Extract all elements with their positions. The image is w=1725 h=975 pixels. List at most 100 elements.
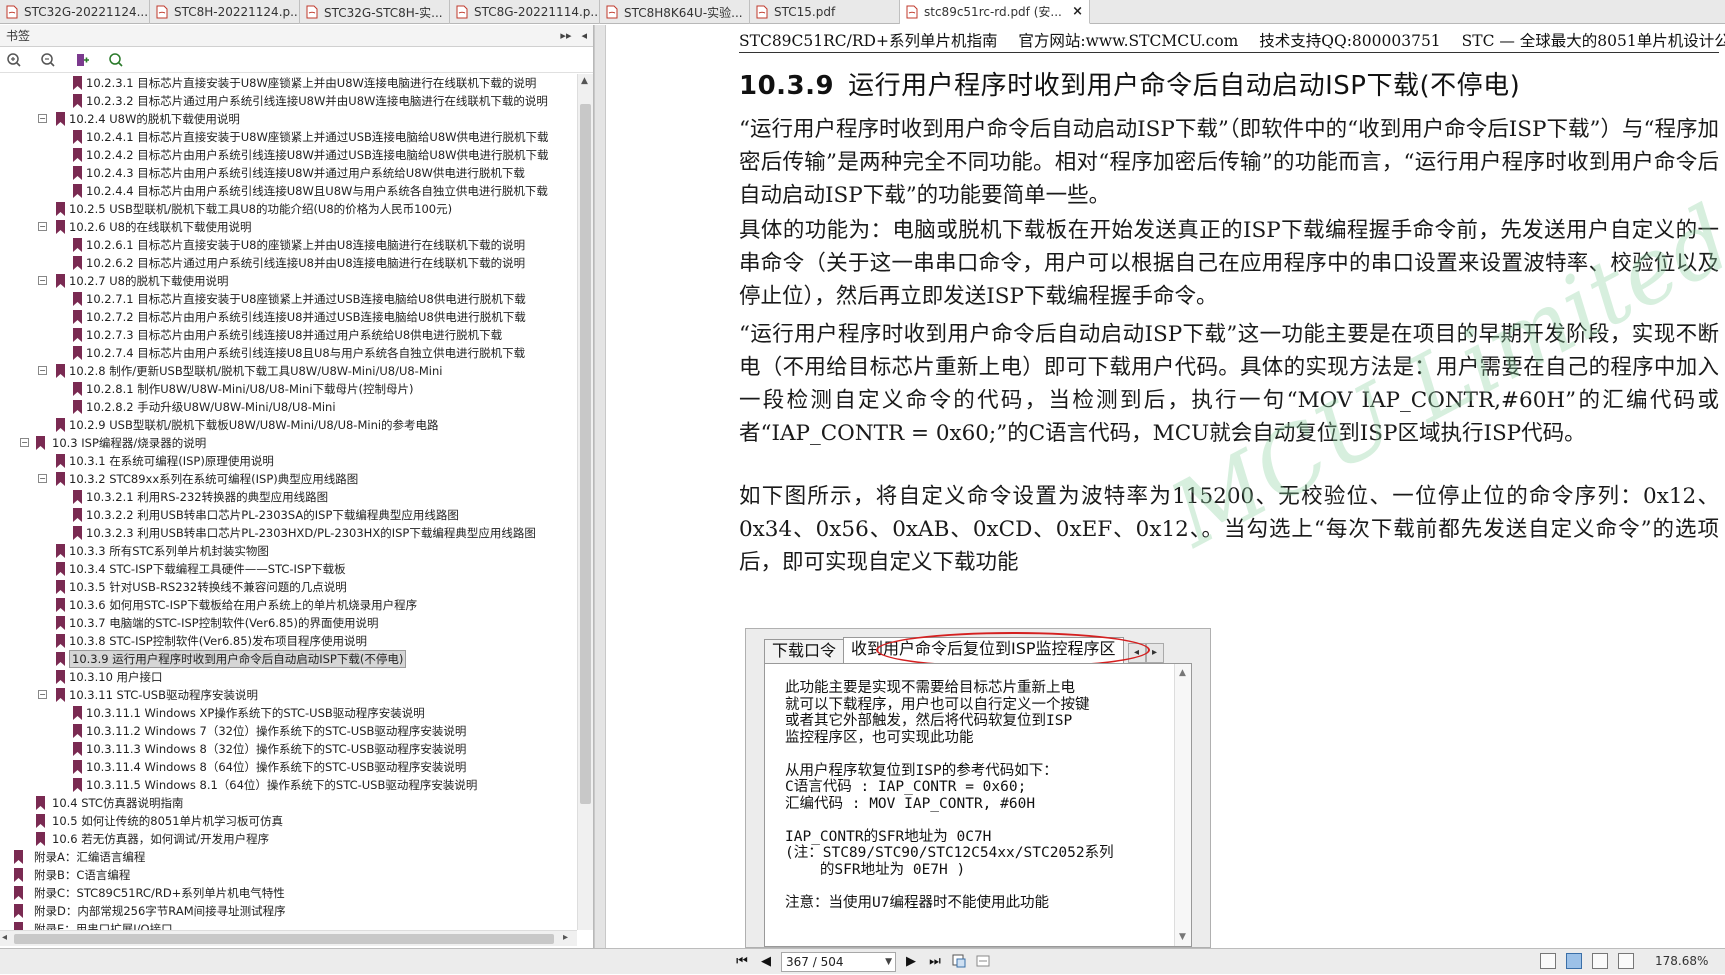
- collapse-toggle-icon[interactable]: −: [38, 690, 47, 699]
- tab-3[interactable]: STC8G-20221114.p...: [450, 0, 600, 24]
- bookmark-item[interactable]: 10.3.4 STC-ISP下载编程工具硬件——STC-ISP下载板: [0, 560, 577, 578]
- first-page-button[interactable]: ⏮: [733, 953, 751, 971]
- bookmark-item[interactable]: 附录E：用串口扩展I/O接口: [0, 920, 577, 930]
- bookmarks-toolbar: [0, 47, 593, 73]
- bookmark-item[interactable]: 10.3.9 运行用户程序时收到用户命令后自动启动ISP下载(不停电): [0, 650, 577, 668]
- find-bookmark-icon[interactable]: [108, 52, 124, 68]
- bookmark-horizontal-scrollbar[interactable]: ◂ ▸: [0, 930, 577, 946]
- bookmark-item[interactable]: 10.3.10 用户接口: [0, 668, 577, 686]
- bookmark-item[interactable]: 10.2.8.2 手动升级U8W/U8W-Mini/U8/U8-Mini: [0, 398, 577, 416]
- bookmark-item[interactable]: 10.2.3.2 目标芯片通过用户系统引线连接U8W并由U8W连接电脑进行在线联…: [0, 92, 577, 110]
- bookmark-item[interactable]: − 10.3 ISP编程器/烧录器的说明: [0, 434, 577, 452]
- page-number-input[interactable]: 367 / 504 ▼: [781, 952, 896, 972]
- tab-5[interactable]: STC15.pdf: [750, 0, 900, 24]
- bookmark-item[interactable]: 10.2.8.1 制作U8W/U8W-Mini/U8/U8-Mini下载母片(控…: [0, 380, 577, 398]
- bookmark-item[interactable]: 10.3.3 所有STC系列单片机封装实物图: [0, 542, 577, 560]
- last-page-button[interactable]: ⏭: [926, 953, 944, 971]
- bookmark-item[interactable]: 10.3.11.2 Windows 7（32位）操作系统下的STC-USB驱动程…: [0, 722, 577, 740]
- fit-page-icon[interactable]: [950, 953, 968, 971]
- fit-width-icon[interactable]: [974, 953, 992, 971]
- scroll-thumb-horizontal[interactable]: [14, 934, 554, 944]
- bookmark-vertical-scrollbar[interactable]: ▲: [577, 74, 593, 930]
- collapse-panel-icon[interactable]: ◂: [581, 29, 587, 42]
- book-view-icon[interactable]: [1618, 953, 1634, 969]
- bookmark-item[interactable]: 10.2.9 USB型联机/脱机下载板U8W/U8W-Mini/U8/U8-Mi…: [0, 416, 577, 434]
- bookmark-icon: [73, 706, 82, 720]
- bookmark-icon: [14, 850, 23, 864]
- bookmark-item[interactable]: 10.3.2.3 利用USB转串口芯片PL-2303HXD/PL-2303HX的…: [0, 524, 577, 542]
- scroll-up-icon[interactable]: ▲: [581, 76, 588, 86]
- expand-all-icon[interactable]: [6, 52, 22, 68]
- scroll-right-icon[interactable]: ▸: [563, 932, 568, 943]
- bookmark-label: 附录E：用串口扩展I/O接口: [34, 922, 173, 930]
- bookmark-item[interactable]: 10.3.2.2 利用USB转串口芯片PL-2303SA的ISP下载编程典型应用…: [0, 506, 577, 524]
- dialog-scrollbar: ▲ ▼: [1174, 664, 1191, 946]
- bookmark-item[interactable]: 10.3.11.3 Windows 8（32位）操作系统下的STC-USB驱动程…: [0, 740, 577, 758]
- collapse-toggle-icon[interactable]: −: [38, 366, 47, 375]
- bookmark-item[interactable]: 10.2.7.4 目标芯片由用户系统引线连接U8且U8与用户系统各自独立供电进行…: [0, 344, 577, 362]
- add-bookmark-icon[interactable]: [74, 52, 90, 68]
- bookmark-item[interactable]: − 10.2.7 U8的脱机下载使用说明: [0, 272, 577, 290]
- bookmark-item[interactable]: 10.2.6.1 目标芯片直接安装于U8的座锁紧上并由U8连接电脑进行在线联机下…: [0, 236, 577, 254]
- zoom-level[interactable]: 178.68%: [1655, 954, 1708, 968]
- bookmark-item[interactable]: 10.3.2.1 利用RS-232转换器的典型应用线路图: [0, 488, 577, 506]
- bookmark-item[interactable]: 10.2.7.2 目标芯片由用户系统引线连接U8并通过USB连接电脑给U8供电进…: [0, 308, 577, 326]
- bookmark-item[interactable]: − 10.2.6 U8的在线联机下载使用说明: [0, 218, 577, 236]
- collapse-all-icon[interactable]: [40, 52, 56, 68]
- bookmark-item[interactable]: 附录A：汇编语言编程: [0, 848, 577, 866]
- bookmark-item[interactable]: 10.3.11.1 Windows XP操作系统下的STC-USB驱动程序安装说…: [0, 704, 577, 722]
- bookmark-item[interactable]: − 10.3.2 STC89xx系列在系统可编程(ISP)典型应用线路图: [0, 470, 577, 488]
- tab-6[interactable]: stc89c51rc-rd.pdf (安... ×: [900, 0, 1090, 24]
- bookmark-item[interactable]: 附录D：内部常规256字节RAM间接寻址测试程序: [0, 902, 577, 920]
- bookmark-item[interactable]: 附录C：STC89C51RC/RD+系列单片机电气特性: [0, 884, 577, 902]
- collapse-toggle-icon[interactable]: −: [38, 276, 47, 285]
- tab-0[interactable]: STC32G-20221124...: [0, 0, 150, 24]
- bookmark-item[interactable]: 10.2.7.3 目标芯片由用户系统引线连接U8并通过用户系统给U8供电进行脱机…: [0, 326, 577, 344]
- continuous-view-icon[interactable]: [1566, 953, 1582, 969]
- close-tab-icon[interactable]: ×: [1068, 4, 1083, 19]
- bookmark-item[interactable]: 10.3.8 STC-ISP控制软件(Ver6.85)发布项目程序使用说明: [0, 632, 577, 650]
- collapse-toggle-icon[interactable]: −: [38, 222, 47, 231]
- bookmark-item[interactable]: 10.2.3.1 目标芯片直接安装于U8W座锁紧上并由U8W连接电脑进行在线联机…: [0, 74, 577, 92]
- bookmark-item[interactable]: 10.2.7.1 目标芯片直接安装于U8座锁紧上并通过USB连接电脑给U8供电进…: [0, 290, 577, 308]
- bookmark-item[interactable]: 10.5 如何让传统的8051单片机学习板可仿真: [0, 812, 577, 830]
- bookmark-item[interactable]: 10.2.4.2 目标芯片由用户系统引线连接U8W并通过USB连接电脑给U8W供…: [0, 146, 577, 164]
- tab-2[interactable]: STC32G-STC8H-实...: [300, 0, 450, 24]
- bookmark-icon: [73, 94, 82, 108]
- collapse-toggle-icon[interactable]: −: [20, 438, 29, 447]
- bookmark-label: 10.6 若无仿真器，如何调试/开发用户程序: [52, 832, 270, 846]
- bookmark-item[interactable]: 10.2.5 USB型联机/脱机下载工具U8的功能介绍(U8的价格为人民币100…: [0, 200, 577, 218]
- bookmark-item[interactable]: 10.4 STC仿真器说明指南: [0, 794, 577, 812]
- bookmark-item[interactable]: − 10.3.11 STC-USB驱动程序安装说明: [0, 686, 577, 704]
- collapse-toggle-icon[interactable]: −: [38, 474, 47, 483]
- bookmark-item[interactable]: 10.3.1 在系统可编程(ISP)原理使用说明: [0, 452, 577, 470]
- single-page-view-icon[interactable]: [1540, 953, 1556, 969]
- facing-view-icon[interactable]: [1592, 953, 1608, 969]
- bookmark-item[interactable]: 10.3.7 电脑端的STC-ISP控制软件(Ver6.85)的界面使用说明: [0, 614, 577, 632]
- previous-page-button[interactable]: ◀: [757, 953, 775, 971]
- bookmark-icon: [56, 562, 65, 576]
- bookmark-item[interactable]: 附录B：C语言编程: [0, 866, 577, 884]
- page-dropdown-icon[interactable]: ▼: [885, 953, 892, 971]
- collapse-toggle-icon[interactable]: −: [38, 114, 47, 123]
- tab-4[interactable]: STC8H8K64U-实验...: [600, 0, 750, 24]
- bookmark-item[interactable]: 10.3.6 如何用STC-ISP下载板给在用户系统上的单片机烧录用户程序: [0, 596, 577, 614]
- bookmark-item[interactable]: 10.3.11.4 Windows 8（64位）操作系统下的STC-USB驱动程…: [0, 758, 577, 776]
- bookmark-item[interactable]: 10.3.5 针对USB-RS232转换线不兼容问题的几点说明: [0, 578, 577, 596]
- bookmark-label: 10.2.4.1 目标芯片直接安装于U8W座锁紧上并通过USB连接电脑给U8W供…: [86, 130, 549, 144]
- scroll-left-icon[interactable]: ◂: [2, 932, 7, 943]
- scroll-thumb[interactable]: [580, 104, 591, 804]
- bookmark-item[interactable]: 10.2.4.1 目标芯片直接安装于U8W座锁紧上并通过USB连接电脑给U8W供…: [0, 128, 577, 146]
- next-page-button[interactable]: ▶: [902, 953, 920, 971]
- bookmark-item[interactable]: 10.2.6.2 目标芯片通过用户系统引线连接U8并由U8连接电脑进行在线联机下…: [0, 254, 577, 272]
- bookmark-item[interactable]: − 10.2.4 U8W的脱机下载使用说明: [0, 110, 577, 128]
- panel-splitter[interactable]: [594, 25, 606, 948]
- paragraph-3: “运行用户程序时收到用户命令后自动启动ISP下载”这一功能主要是在项目的早期开发…: [739, 322, 1719, 446]
- bookmark-item[interactable]: 10.6 若无仿真器，如何调试/开发用户程序: [0, 830, 577, 848]
- tab-1[interactable]: STC8H-20221124.p...: [150, 0, 300, 24]
- bookmark-item[interactable]: 10.2.4.3 目标芯片由用户系统引线连接U8W并通过用户系统给U8W供电进行…: [0, 164, 577, 182]
- bookmark-item[interactable]: − 10.2.8 制作/更新USB型联机/脱机下载工具U8W/U8W-Mini/U…: [0, 362, 577, 380]
- bookmark-item[interactable]: 10.2.4.4 目标芯片由用户系统引线连接U8W且U8W与用户系统各自独立供电…: [0, 182, 577, 200]
- bookmark-item[interactable]: 10.3.11.5 Windows 8.1（64位）操作系统下的STC-USB驱…: [0, 776, 577, 794]
- expand-panel-icon[interactable]: ▸▸: [560, 29, 571, 42]
